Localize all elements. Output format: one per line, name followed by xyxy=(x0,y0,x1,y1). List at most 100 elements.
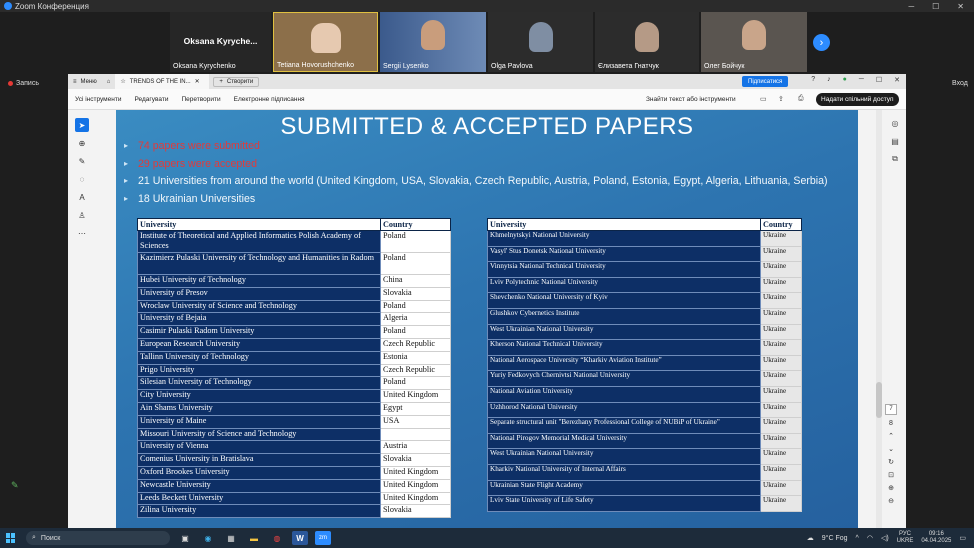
country-cell: Poland xyxy=(380,299,451,314)
table-row: University of Bejaia Algeria xyxy=(137,312,451,327)
lang-label: РУС xyxy=(899,530,912,537)
recording-indicator: Запись xyxy=(8,80,39,87)
maximize-icon[interactable]: ☐ xyxy=(876,76,882,84)
lang-indicator[interactable]: РУС UKRE xyxy=(897,531,914,546)
weather-icon: ☁ xyxy=(806,535,814,542)
country-cell: Slovakia xyxy=(380,286,451,301)
select-tool-icon[interactable]: ➤ xyxy=(75,118,89,132)
zoom-logo-icon xyxy=(4,2,12,10)
share-button[interactable]: Надати спільний доступ xyxy=(816,93,899,106)
find-text-search[interactable]: Знайти текст або інструменти xyxy=(646,96,736,103)
close-icon[interactable]: ✕ xyxy=(195,78,200,85)
task-view-icon[interactable]: ▣ xyxy=(177,531,193,545)
participant-tile[interactable]: Tetiana Hovorushchenko xyxy=(273,12,378,72)
country-cell: Egypt xyxy=(380,401,451,416)
network-icon[interactable]: ◠ xyxy=(867,534,873,542)
text-tool-icon[interactable]: A xyxy=(75,190,89,204)
fit-page-icon[interactable]: ⊡ xyxy=(881,471,901,479)
participant-tile[interactable]: Sergii Lysenko xyxy=(380,12,486,72)
exit-label[interactable]: Вход xyxy=(952,80,968,87)
weather-text[interactable]: 9°C Fog xyxy=(822,535,848,542)
new-tab-button[interactable]: + Створити xyxy=(213,76,260,87)
participant-tile[interactable]: Oksana Kyryche... Oksana Kyrychenko xyxy=(170,12,271,72)
table-row: Wroclaw University of Science and Techno… xyxy=(137,299,451,314)
participant-tile[interactable]: Olga Pavlova xyxy=(488,12,593,72)
subscribe-button[interactable]: Підписатися xyxy=(742,76,789,87)
country-cell: Algeria xyxy=(380,312,451,327)
windows-start-icon[interactable] xyxy=(6,533,16,543)
help-icon[interactable]: ? xyxy=(811,76,815,84)
home-button[interactable]: ⌂ xyxy=(102,74,116,89)
university-cell: National Pirogov Memorial Medical Univer… xyxy=(487,432,761,450)
pages-icon[interactable]: ⧉ xyxy=(888,152,902,166)
document-tab[interactable]: ☆ TRENDS OF THE IN... ✕ xyxy=(115,74,210,89)
participant-tile[interactable]: Єлизавета Гнатчук xyxy=(595,12,699,72)
chevron-up-icon[interactable]: ^ xyxy=(856,535,859,542)
word-icon[interactable]: W xyxy=(292,531,308,545)
menu-esign[interactable]: Електронне підписання xyxy=(234,96,305,103)
pen-icon[interactable]: ✎ xyxy=(11,480,19,491)
bell-icon[interactable]: ♪ xyxy=(827,76,831,84)
menu-edit[interactable]: Редагувати xyxy=(134,96,168,103)
clock[interactable]: 09:16 04.04.2025 xyxy=(921,531,951,546)
table-row: Glushkov Cybernetics Institute Ukraine xyxy=(487,307,802,325)
maximize-icon[interactable]: ☐ xyxy=(932,2,939,11)
menu-convert[interactable]: Перетворити xyxy=(181,96,220,103)
pen-tool-icon[interactable]: ✎ xyxy=(75,154,89,168)
volume-icon[interactable]: ◁) xyxy=(881,534,889,542)
close-icon[interactable]: ✕ xyxy=(957,2,964,11)
country-cell: United Kingdom xyxy=(380,389,451,403)
print-icon[interactable]: ⎙ xyxy=(798,95,804,103)
country-cell: United Kingdom xyxy=(380,465,451,480)
comment-icon[interactable]: ◎ xyxy=(888,116,902,130)
taskbar-search[interactable]: ⌕ Поиск xyxy=(26,531,170,545)
more-tools-icon[interactable]: ⋯ xyxy=(75,226,89,240)
chevron-up-icon[interactable]: ⌃ xyxy=(881,432,901,440)
university-cell: Uzhhorod National University xyxy=(487,401,761,419)
zoom-title-bar: Zoom Конференция ─ ☐ ✕ xyxy=(0,0,974,12)
menu-button[interactable]: ≡ Меню xyxy=(68,74,102,89)
table-row: Khmelnytskyi National University Ukraine xyxy=(487,230,802,247)
country-cell: Czech Republic xyxy=(380,363,451,378)
table-row: Prigo University Czech Republic xyxy=(137,363,451,378)
table-row: West Ukrainian National University Ukrain… xyxy=(487,323,802,341)
close-icon[interactable]: ✕ xyxy=(894,76,900,84)
edge-icon[interactable]: ◉ xyxy=(200,531,216,545)
chrome-icon[interactable]: ◍ xyxy=(269,531,285,545)
zoom-in-icon[interactable]: ⊕ xyxy=(881,484,901,492)
country-cell: Ukraine xyxy=(760,495,802,512)
table-row: Kazimierz Pulaski University of Technolo… xyxy=(137,252,451,275)
zoom-app-icon[interactable]: zm xyxy=(315,531,331,545)
table-row: Ukrainian State Flight Academy Ukraine xyxy=(487,479,802,497)
lasso-tool-icon[interactable]: ◌ xyxy=(75,172,89,186)
save-icon[interactable]: ▭ xyxy=(760,95,767,103)
folder-icon[interactable]: ▬ xyxy=(246,531,262,545)
minimize-icon[interactable]: ─ xyxy=(859,76,864,84)
next-participants-button[interactable]: › xyxy=(813,34,830,51)
participant-big-name: Oksana Kyryche... xyxy=(183,36,258,46)
country-cell: Ukraine xyxy=(760,292,802,309)
taskbar: ⌕ Поиск ▣ ◉ ▦ ▬ ◍ W zm ☁ 9°C Fog ^ ◠ ◁) … xyxy=(0,528,974,548)
chevron-down-icon[interactable]: ⌄ xyxy=(881,445,901,453)
store-icon[interactable]: ▦ xyxy=(223,531,239,545)
participant-tile[interactable]: Олег Бойчук xyxy=(701,12,807,72)
notification-icon[interactable]: ▭ xyxy=(959,534,966,542)
university-cell: West Ukrainian National University xyxy=(487,323,761,341)
menu-all-tools[interactable]: Усі інструменти xyxy=(75,96,121,103)
zoom-tool-icon[interactable]: ⊕ xyxy=(75,136,89,150)
page-number-input[interactable]: 7 xyxy=(885,404,897,415)
country-cell: Poland xyxy=(380,376,451,391)
avatar[interactable]: ● xyxy=(843,76,847,84)
refresh-icon[interactable]: ↻ xyxy=(881,458,901,466)
bookmark-icon[interactable]: ▤ xyxy=(888,134,902,148)
bullet-submitted: 74 papers were submitted xyxy=(124,140,849,153)
country-cell: Ukraine xyxy=(760,245,802,263)
table-row: Newcastle University United Kingdom xyxy=(137,478,451,493)
stamp-tool-icon[interactable]: ♙ xyxy=(75,208,89,222)
table-row: Ain Shams University Egypt xyxy=(137,401,451,416)
zoom-out-icon[interactable]: ⊖ xyxy=(881,497,901,505)
bullet-ukrainian-universities: 18 Ukrainian Universities xyxy=(124,193,849,206)
minimize-icon[interactable]: ─ xyxy=(908,2,914,11)
star-icon: ☆ xyxy=(120,79,126,85)
upload-icon[interactable]: ⇪ xyxy=(778,95,784,103)
